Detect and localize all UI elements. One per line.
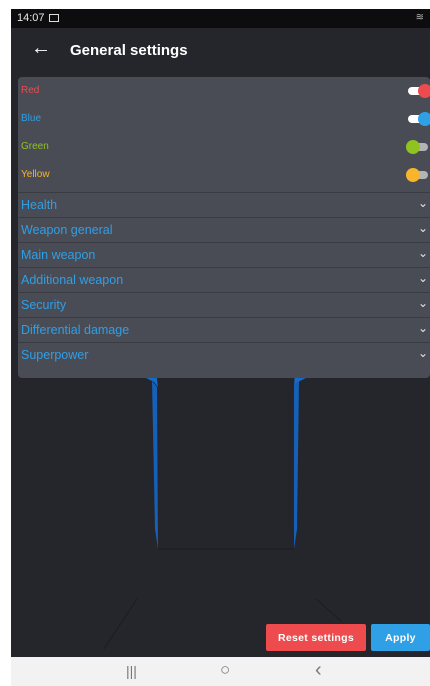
section-superpower[interactable]: Superpower ⌄ [18, 342, 430, 367]
section-security[interactable]: Security ⌄ [18, 292, 430, 317]
chevron-down-icon: ⌄ [417, 271, 428, 285]
settings-panel: Red Blue Green Yellow Health ⌄ Weapon ge… [18, 77, 430, 378]
color-label-green: Green [21, 141, 49, 152]
section-additional-weapon[interactable]: Additional weapon ⌄ [18, 267, 430, 292]
chevron-down-icon: ⌄ [417, 246, 428, 260]
section-health[interactable]: Health ⌄ [18, 192, 430, 217]
chevron-down-icon: ⌄ [417, 321, 428, 335]
reset-settings-button[interactable]: Reset settings [266, 624, 366, 651]
device-screen: 14:07 ≋ ← General settings Red Blue Gree… [11, 9, 430, 686]
toggle-knob [418, 112, 430, 126]
red-toggle[interactable] [406, 84, 430, 98]
section-label: Additional weapon [21, 273, 124, 287]
section-label: Health [21, 198, 58, 212]
section-label: Main weapon [21, 248, 96, 262]
back-icon[interactable]: ‹ [315, 659, 322, 682]
color-row-green: Green [18, 133, 430, 161]
color-label-red: Red [21, 85, 40, 96]
color-row-yellow: Yellow [18, 161, 430, 189]
recents-icon[interactable]: ||| [126, 663, 137, 679]
chevron-down-icon: ⌄ [417, 296, 428, 310]
section-main-weapon[interactable]: Main weapon ⌄ [18, 242, 430, 267]
color-label-yellow: Yellow [21, 169, 50, 180]
chevron-down-icon: ⌄ [417, 221, 428, 235]
section-label: Security [21, 298, 67, 312]
chevron-down-icon: ⌄ [417, 346, 428, 360]
toggle-knob [418, 84, 430, 98]
color-row-red: Red [18, 77, 430, 105]
system-nav-bar: ||| ○ ‹ [11, 657, 430, 686]
section-differential-damage[interactable]: Differential damage ⌄ [18, 317, 430, 342]
section-weapon-general[interactable]: Weapon general ⌄ [18, 217, 430, 242]
toggle-knob [406, 140, 420, 154]
color-label-blue: Blue [21, 113, 42, 124]
section-label: Superpower [21, 348, 89, 362]
home-icon[interactable]: ○ [220, 660, 230, 680]
section-label: Weapon general [21, 223, 113, 237]
blue-toggle[interactable] [406, 112, 430, 126]
toggle-knob [406, 168, 420, 182]
apply-button[interactable]: Apply [371, 624, 430, 651]
chevron-down-icon: ⌄ [417, 196, 428, 210]
color-row-blue: Blue [18, 105, 430, 133]
yellow-toggle[interactable] [406, 168, 430, 182]
section-label: Differential damage [21, 323, 130, 337]
green-toggle[interactable] [406, 140, 430, 154]
